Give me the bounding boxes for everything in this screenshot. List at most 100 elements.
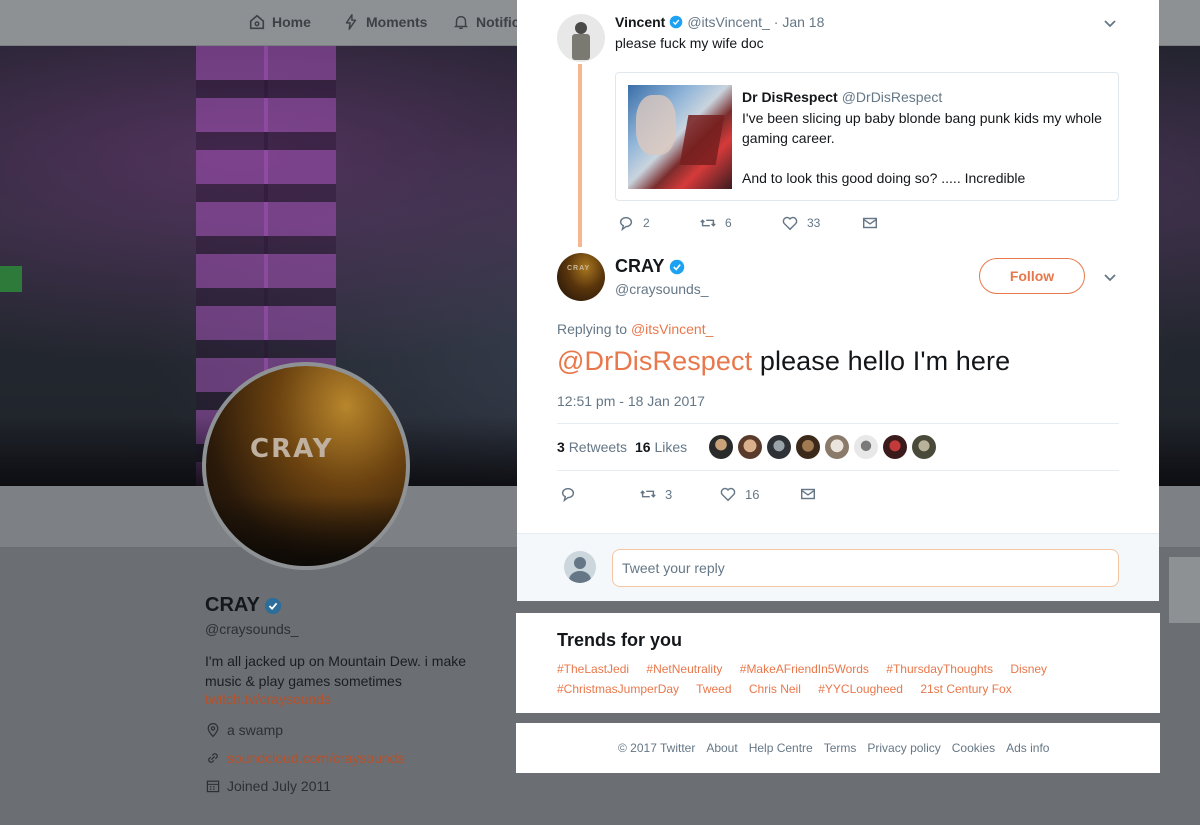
- quoted-tweet-handle: @DrDisRespect: [841, 89, 943, 105]
- heart-icon: [720, 487, 736, 502]
- reply-button[interactable]: 2: [617, 213, 699, 233]
- profile-sidebar: CRAY @craysounds_ I'm all jacked up on M…: [205, 594, 505, 795]
- retweet-button[interactable]: 6: [699, 213, 781, 233]
- trends-list: #TheLastJedi #NetNeutrality #MakeAFriend…: [557, 659, 1137, 699]
- retweet-count: 6: [725, 216, 732, 230]
- liker-avatar[interactable]: [796, 435, 820, 459]
- main-tweet-text: @DrDisRespect please hello I'm here: [557, 346, 1010, 377]
- quoted-tweet-text: I've been slicing up baby blonde bang pu…: [742, 110, 1102, 146]
- direct-message-button[interactable]: [799, 484, 817, 504]
- retweets-stat[interactable]: 3 Retweets: [557, 439, 627, 455]
- main-tweet-name: CRAY: [615, 256, 665, 276]
- direct-message-button[interactable]: [861, 213, 879, 233]
- trend-item[interactable]: Tweed: [696, 682, 731, 696]
- verified-badge-icon: [264, 597, 281, 614]
- retweet-icon: [640, 490, 656, 498]
- trends-title: Trends for you: [557, 630, 683, 650]
- heart-icon: [782, 216, 798, 231]
- profile-joined: Joined July 2011: [205, 777, 505, 795]
- parent-tweet-date[interactable]: · Jan 18: [774, 14, 825, 30]
- profile-name-row: CRAY: [205, 594, 505, 617]
- main-tweet-handle[interactable]: @craysounds_: [615, 281, 709, 297]
- parent-tweet-handle[interactable]: @itsVincent_: [687, 14, 769, 30]
- envelope-icon: [862, 217, 878, 229]
- trend-item[interactable]: 21st Century Fox: [920, 682, 1011, 696]
- footer-link-about[interactable]: About: [706, 741, 737, 755]
- trend-item[interactable]: Chris Neil: [749, 682, 801, 696]
- parent-tweet-actions: 2 6 33: [617, 213, 879, 233]
- main-tweet-mention[interactable]: @DrDisRespect: [557, 346, 752, 376]
- replying-to-handle[interactable]: @itsVincent_: [631, 321, 713, 337]
- trend-item[interactable]: #ChristmasJumperDay: [557, 682, 679, 696]
- trend-item[interactable]: Disney: [1010, 662, 1047, 676]
- location-pin-icon: [207, 722, 219, 738]
- profile-name: CRAY: [205, 594, 260, 616]
- trend-item[interactable]: #ThursdayThoughts: [886, 662, 993, 676]
- bell-icon: [453, 15, 469, 30]
- likes-stat[interactable]: 16 Likes: [635, 439, 687, 455]
- footer-link-ads[interactable]: Ads info: [1006, 741, 1049, 755]
- like-count: 33: [807, 216, 821, 230]
- main-tweet-name-row[interactable]: CRAY: [615, 256, 685, 277]
- quoted-tweet-name: Dr DisRespect: [742, 89, 838, 105]
- profile-website-text[interactable]: soundcloud.com/craysounds: [227, 750, 404, 766]
- footer-card: © 2017 Twitter About Help Centre Terms P…: [516, 723, 1160, 773]
- trend-item[interactable]: #YYCLougheed: [818, 682, 903, 696]
- reply-button[interactable]: [559, 484, 639, 504]
- liker-avatar[interactable]: [883, 435, 907, 459]
- main-tweet-timestamp[interactable]: 12:51 pm - 18 Jan 2017: [557, 393, 705, 409]
- footer-link-cookies[interactable]: Cookies: [952, 741, 995, 755]
- main-tweet-body: please hello I'm here: [752, 346, 1011, 376]
- quoted-tweet[interactable]: Dr DisRespect @DrDisRespect I've been sl…: [615, 72, 1119, 201]
- nav-home[interactable]: Home: [248, 13, 311, 31]
- liker-avatar[interactable]: [738, 435, 762, 459]
- footer-link-terms[interactable]: Terms: [824, 741, 857, 755]
- like-button[interactable]: 33: [781, 213, 861, 233]
- like-button[interactable]: 16: [719, 484, 799, 504]
- retweet-count: 3: [665, 486, 673, 502]
- footer-links: © 2017 Twitter About Help Centre Terms P…: [618, 741, 1049, 755]
- footer-copyright: © 2017 Twitter: [618, 741, 696, 755]
- profile-website[interactable]: soundcloud.com/craysounds: [205, 749, 505, 767]
- trend-item[interactable]: #NetNeutrality: [646, 662, 722, 676]
- reply-icon: [619, 216, 633, 232]
- cray-avatar[interactable]: CRAY: [557, 253, 605, 301]
- verified-badge-icon: [670, 259, 685, 274]
- profile-joined-text: Joined July 2011: [227, 778, 332, 794]
- trend-item[interactable]: #MakeAFriendIn5Words: [740, 662, 869, 676]
- link-icon: [208, 753, 218, 763]
- profile-bio-link[interactable]: twitch.tv/craysounds: [205, 691, 505, 707]
- parent-tweet-text: please fuck my wife doc: [615, 35, 764, 51]
- parent-tweet-name[interactable]: Vincent: [615, 14, 665, 30]
- vincent-avatar[interactable]: [557, 14, 605, 62]
- nav-notifications[interactable]: Notific: [452, 13, 520, 31]
- parent-tweet-header: Vincent @itsVincent_ · Jan 18: [615, 14, 824, 30]
- footer-link-help[interactable]: Help Centre: [749, 741, 813, 755]
- reply-count: 2: [643, 216, 650, 230]
- nav-moments-label: Moments: [366, 14, 428, 30]
- trends-card: Trends for you #TheLastJedi #NetNeutrali…: [516, 613, 1160, 713]
- tweet-reply-input[interactable]: [612, 549, 1119, 587]
- liker-avatar[interactable]: [825, 435, 849, 459]
- tweet-modal: Vincent @itsVincent_ · Jan 18 please fuc…: [517, 0, 1159, 601]
- retweet-button[interactable]: 3: [639, 484, 719, 504]
- liker-avatar[interactable]: [854, 435, 878, 459]
- nav-moments[interactable]: Moments: [342, 13, 427, 31]
- profile-avatar[interactable]: CRAY: [202, 362, 410, 570]
- quoted-tweet-text-2: And to look this good doing so? ..... In…: [742, 170, 1026, 186]
- liker-avatar[interactable]: [912, 435, 936, 459]
- footer-link-privacy[interactable]: Privacy policy: [867, 741, 940, 755]
- liker-avatar[interactable]: [767, 435, 791, 459]
- lightning-icon: [345, 14, 357, 30]
- home-icon: [249, 14, 265, 30]
- current-user-avatar: [564, 551, 596, 583]
- profile-handle: @craysounds_: [205, 621, 299, 637]
- profile-bio: I'm all jacked up on Mountain Dew. i mak…: [205, 653, 467, 689]
- chevron-down-icon[interactable]: [1103, 17, 1117, 31]
- chevron-down-icon[interactable]: [1103, 271, 1117, 285]
- liker-avatar[interactable]: [709, 435, 733, 459]
- trend-item[interactable]: #TheLastJedi: [557, 662, 629, 676]
- follow-button[interactable]: Follow: [979, 258, 1085, 294]
- background-scroll-panel: [1169, 557, 1200, 623]
- profile-avatar-text: CRAY: [250, 434, 334, 464]
